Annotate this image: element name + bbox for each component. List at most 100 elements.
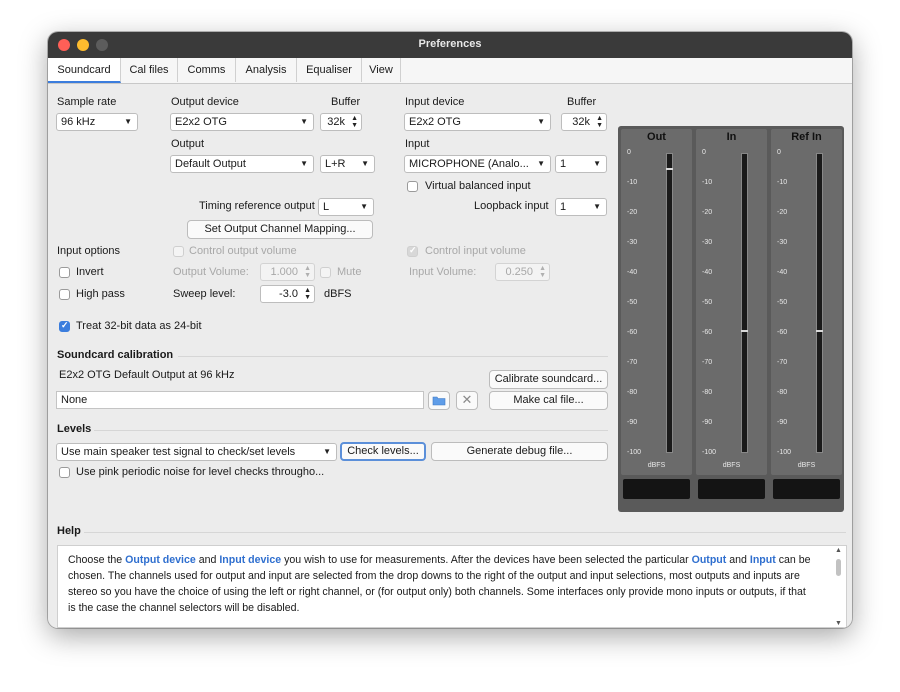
meter-tick-label: -60 (702, 329, 713, 336)
meter-out: Out 0 -10 -20 -30 -40 -50 -60 -70 -80 -90 -100 dBFS (621, 129, 692, 499)
sample-rate-select[interactable]: 96 kHz ▼ (56, 113, 138, 131)
chevron-down-icon: ▼ (360, 202, 368, 211)
help-text-area[interactable]: Choose the Output device and Input devic… (57, 545, 847, 628)
chevron-down-icon: ▼ (300, 159, 308, 168)
help-text: Make sure that the input channel is the … (68, 626, 535, 627)
invert-label: Invert (76, 266, 104, 278)
chevron-down-icon: ▼ (593, 159, 601, 168)
output-volume-stepper[interactable]: 1.000 ▲ ▼ (260, 263, 315, 281)
input-channel-select[interactable]: 1 ▼ (555, 155, 607, 173)
timing-reference-select[interactable]: L ▼ (318, 198, 374, 216)
output-device-select[interactable]: E2x2 OTG ▼ (170, 113, 314, 131)
meter-in: In 0 -10 -20 -30 -40 -50 -60 -70 -80 -90 -100 dBFS (696, 129, 767, 499)
virtual-balanced-checkbox[interactable] (407, 181, 418, 192)
scroll-thumb[interactable] (836, 559, 841, 576)
treat-32bit-checkbox[interactable] (59, 320, 70, 332)
folder-icon[interactable] (428, 391, 450, 410)
meter-tick-label: -20 (777, 209, 788, 216)
generate-debug-file-button[interactable]: Generate debug file... (431, 442, 608, 461)
help-text: Choose the (68, 554, 126, 566)
meter-readout (773, 479, 840, 499)
help-section-title: Help (57, 525, 81, 537)
help-link[interactable]: Use loopback as timing reference (535, 626, 704, 627)
mute-checkbox[interactable] (320, 267, 331, 278)
meter-tick-label: -10 (777, 179, 788, 186)
loopback-input-select[interactable]: 1 ▼ (555, 198, 607, 216)
help-scrollbar[interactable]: ▲ ▼ (833, 547, 845, 627)
high-pass-checkbox[interactable] (59, 289, 70, 300)
meter-unit-label: dBFS (647, 462, 666, 469)
tab-bar: Soundcard Cal files Comms Analysis Equal… (48, 58, 852, 84)
input-volume-stepper[interactable]: 0.250 ▲ ▼ (495, 263, 550, 281)
help-link[interactable]: Input (750, 554, 776, 566)
output-buffer-stepper[interactable]: 32k ▲ ▼ (320, 113, 362, 131)
output-device-value: E2x2 OTG (175, 116, 227, 128)
invert-checkbox[interactable] (59, 267, 70, 278)
meter-tick-label: -70 (702, 359, 713, 366)
output-select[interactable]: Default Output ▼ (170, 155, 314, 173)
input-device-value: E2x2 OTG (409, 116, 461, 128)
tab-soundcard[interactable]: Soundcard (48, 58, 121, 83)
loopback-input-label: Loopback input (474, 200, 549, 212)
level-mode-select[interactable]: Use main speaker test signal to check/se… (56, 443, 337, 461)
output-device-label: Output device (171, 96, 239, 108)
control-output-volume-label: Control output volume (189, 245, 297, 257)
scroll-down-icon[interactable]: ▼ (835, 620, 842, 627)
input-device-label: Input device (405, 96, 465, 108)
output-channel-select[interactable]: L+R ▼ (320, 155, 375, 173)
calibrate-soundcard-button[interactable]: Calibrate soundcard... (489, 370, 608, 389)
calibration-section-title: Soundcard calibration (57, 349, 174, 361)
output-value: Default Output (175, 158, 246, 170)
cal-file-field[interactable]: None (56, 391, 424, 409)
control-input-volume-label: Control input volume (425, 245, 526, 257)
help-text: and (726, 554, 750, 566)
tab-cal-files[interactable]: Cal files (121, 58, 178, 82)
scroll-up-icon[interactable]: ▲ (835, 547, 842, 554)
tab-view[interactable]: View (362, 58, 401, 82)
output-volume-label: Output Volume: (173, 266, 249, 278)
help-link[interactable]: Input device (219, 554, 281, 566)
meter-tick-label: -100 (627, 449, 642, 456)
meter-tick-label: -60 (777, 329, 788, 336)
stepper-arrows-icon[interactable]: ▲ ▼ (351, 115, 358, 129)
input-buffer-stepper[interactable]: 32k ▲ ▼ (561, 113, 607, 131)
calibration-divider (178, 356, 608, 357)
meter-tick-label: -10 (702, 179, 713, 186)
control-output-volume-checkbox[interactable] (173, 246, 184, 257)
input-options-label: Input options (57, 245, 120, 257)
level-meters: Out 0 -10 -20 -30 -40 -50 -60 -70 -80 -90 -100 dBFS I… (618, 126, 844, 512)
control-input-volume-checkbox[interactable] (407, 245, 418, 257)
meter-tick-label: -50 (777, 299, 788, 306)
stepper-arrows-icon[interactable]: ▲ ▼ (596, 115, 603, 129)
pink-noise-label: Use pink periodic noise for level checks… (76, 466, 325, 478)
meter-title: Ref In (791, 131, 822, 143)
meter-ref-in: Ref In 0 -10 -20 -30 -40 -50 -60 -70 -80 -90 -100 dB… (771, 129, 842, 499)
stepper-arrows-icon[interactable]: ▲ ▼ (304, 287, 311, 301)
meter-tick-label: -50 (702, 299, 713, 306)
input-select[interactable]: MICROPHONE (Analo... ▼ (404, 155, 551, 173)
meter-tick-label: -40 (702, 269, 713, 276)
output-volume-value: 1.000 (270, 266, 298, 278)
tab-comms[interactable]: Comms (178, 58, 236, 82)
help-link[interactable]: Output device (125, 554, 196, 566)
meter-tick-label: -100 (702, 449, 717, 456)
pink-noise-checkbox[interactable] (59, 467, 70, 478)
meter-readout (623, 479, 690, 499)
clear-icon[interactable]: ✕ (456, 391, 478, 410)
sweep-level-stepper[interactable]: -3.0 ▲ ▼ (260, 285, 315, 303)
stepper-arrows-icon[interactable]: ▲ ▼ (304, 265, 311, 279)
title-bar: Preferences (48, 32, 852, 58)
make-cal-file-button[interactable]: Make cal file... (489, 391, 608, 410)
input-device-select[interactable]: E2x2 OTG ▼ (404, 113, 551, 131)
stepper-arrows-icon[interactable]: ▲ ▼ (539, 265, 546, 279)
help-link[interactable]: Output (692, 554, 727, 566)
chevron-down-icon: ▼ (323, 447, 331, 456)
meter-tick-label: 0 (777, 149, 781, 156)
set-output-channel-mapping-button[interactable]: Set Output Channel Mapping... (187, 220, 373, 239)
tab-analysis[interactable]: Analysis (236, 58, 297, 82)
tab-equaliser[interactable]: Equaliser (297, 58, 362, 82)
window-title: Preferences (418, 38, 482, 50)
meter-tick-label: -20 (627, 209, 638, 216)
meter-tick-label: -90 (702, 419, 713, 426)
check-levels-button[interactable]: Check levels... (340, 442, 426, 461)
